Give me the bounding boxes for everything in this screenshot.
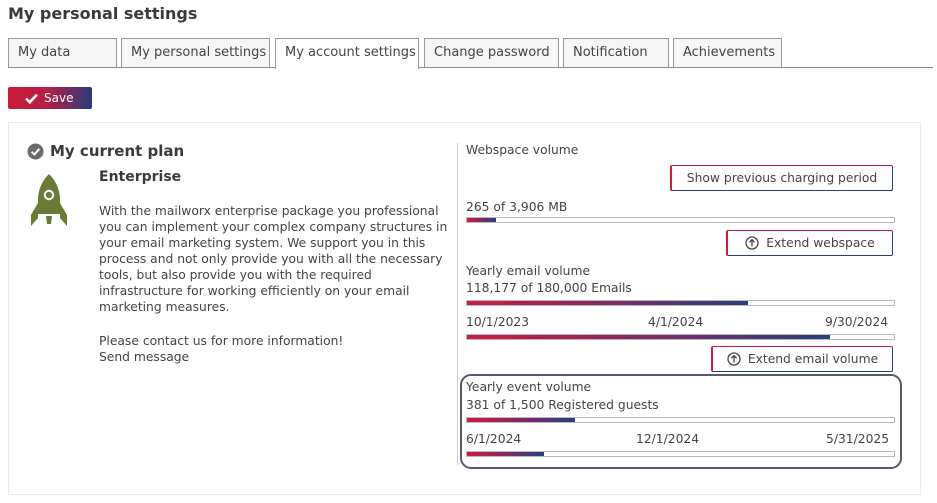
- event-period-end: 5/31/2025: [826, 432, 890, 446]
- webspace-usage-text: 265 of 3,906 MB: [466, 200, 568, 214]
- send-message-link[interactable]: Send message: [99, 349, 189, 365]
- event-period-start: 6/1/2024: [466, 432, 522, 446]
- tab-achievements[interactable]: Achievements: [673, 38, 782, 67]
- email-usage-fill: [467, 301, 748, 305]
- email-usage-bar: [466, 300, 895, 306]
- plan-name: Enterprise: [99, 169, 182, 185]
- tab-notification[interactable]: Notification: [563, 38, 669, 67]
- show-previous-period-label: Show previous charging period: [686, 171, 878, 185]
- webspace-usage-fill: [467, 218, 497, 222]
- tab-my-account-settings[interactable]: My account settings: [275, 38, 419, 69]
- page-title: My personal settings: [8, 4, 198, 23]
- show-previous-period-button[interactable]: Show previous charging period: [670, 165, 893, 191]
- plan-description: With the mailworx enterprise package you…: [99, 204, 448, 314]
- webspace-volume-label: Webspace volume: [466, 143, 579, 157]
- tab-my-personal-settings[interactable]: My personal settings: [121, 38, 270, 67]
- extend-email-volume-label: Extend email volume: [747, 352, 879, 366]
- save-button-label: Save: [44, 91, 74, 105]
- arrow-up-circle-icon: [727, 352, 741, 366]
- event-usage-fill: [467, 418, 576, 422]
- plan-panel: My current plan Enterprise With the mail…: [8, 122, 921, 495]
- email-period-bar: [466, 334, 895, 340]
- column-divider: [457, 143, 458, 465]
- email-period-end: 9/30/2024: [825, 315, 889, 329]
- plan-section-title: My current plan: [50, 142, 185, 160]
- email-period-fill: [467, 335, 830, 339]
- arrow-up-circle-icon: [745, 236, 759, 250]
- tab-bar-divider: [8, 67, 933, 68]
- plan-section-header: My current plan: [27, 142, 184, 160]
- email-volume-label: Yearly email volume: [466, 264, 591, 278]
- extend-webspace-button[interactable]: Extend webspace: [726, 230, 893, 256]
- tab-my-data[interactable]: My data: [8, 38, 117, 67]
- email-period-mid: 4/1/2024: [648, 315, 704, 329]
- email-period-start: 10/1/2023: [466, 315, 530, 329]
- tab-change-password[interactable]: Change password: [424, 38, 559, 67]
- webspace-usage-bar: [466, 217, 895, 223]
- event-period-mid: 12/1/2024: [636, 432, 700, 446]
- checkmark-icon: [25, 93, 38, 104]
- tab-bar: My data My personal settings My account …: [8, 38, 933, 69]
- check-circle-icon: [27, 143, 44, 159]
- event-volume-label: Yearly event volume: [466, 380, 592, 394]
- rocket-icon: [31, 174, 67, 226]
- email-usage-text: 118,177 of 180,000 Emails: [466, 281, 632, 295]
- event-usage-text: 381 of 1,500 Registered guests: [466, 398, 659, 412]
- extend-email-volume-button[interactable]: Extend email volume: [711, 346, 893, 372]
- event-period-bar: [466, 451, 895, 457]
- event-usage-bar: [466, 417, 895, 423]
- extend-webspace-label: Extend webspace: [766, 236, 875, 250]
- event-period-fill: [467, 452, 544, 456]
- save-button[interactable]: Save: [8, 87, 92, 109]
- contact-text: Please contact us for more information!: [99, 334, 344, 348]
